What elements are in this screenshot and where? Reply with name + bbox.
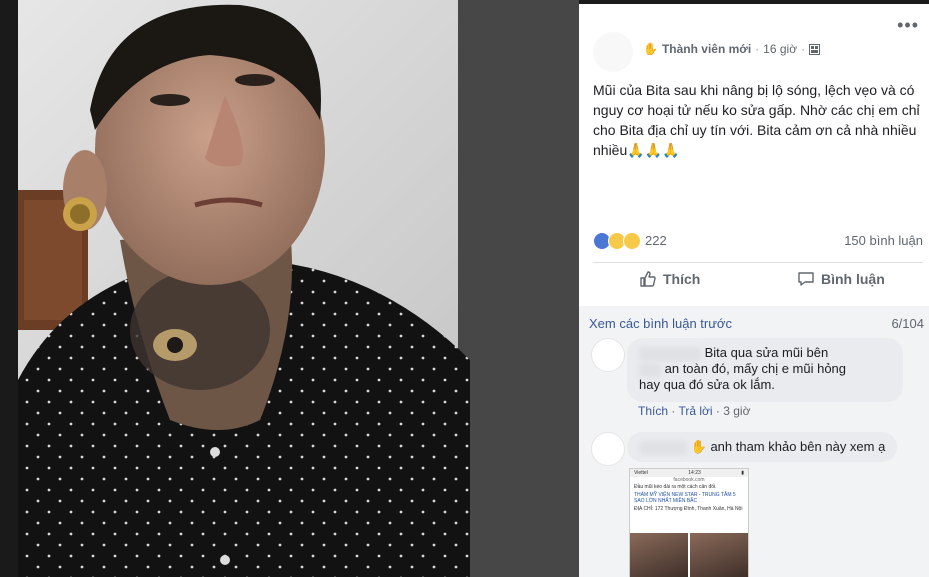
post-text: Mũi của Bita sau khi nâng bị lộ sóng, lệ… — [593, 82, 920, 158]
post-time[interactable]: 16 giờ — [763, 42, 797, 56]
redacted-text — [639, 362, 661, 377]
post-header: ✋ Thành viên mới · 16 giờ · ••• — [579, 4, 929, 72]
attachment-photos — [630, 533, 748, 577]
more-options-icon[interactable]: ••• — [897, 16, 919, 34]
like-button[interactable]: Thích — [639, 270, 700, 288]
comment-button-label: Bình luận — [821, 271, 885, 287]
comment-count[interactable]: 150 bình luận — [844, 233, 923, 248]
comment-time[interactable]: 3 giờ — [723, 404, 750, 418]
view-previous-comments-link[interactable]: Xem các bình luận trước — [589, 316, 732, 331]
clock-text: 14:23 — [688, 470, 701, 476]
comment-actions: Thích · Trả lời · 3 giờ — [638, 404, 751, 418]
thumbs-up-icon — [640, 271, 656, 287]
attachment-photo — [630, 533, 688, 577]
commenter-avatar[interactable] — [591, 338, 625, 372]
comment-text: an toàn đó, mấy chị e mũi hỏng — [664, 361, 847, 376]
reaction-icons[interactable] — [593, 232, 641, 250]
photo-illustration — [0, 0, 579, 577]
attachment-photo — [690, 533, 748, 577]
comment-line: an toàn đó, mấy chị e mũi hỏng — [639, 361, 891, 377]
comment-reply-link[interactable]: Trả lời — [678, 404, 712, 418]
comment-text: Bita qua sửa mũi bên — [704, 345, 829, 360]
member-badge[interactable]: Thành viên mới — [662, 42, 751, 56]
comments-section: Xem các bình luận trước 6/104 Bita qua s… — [579, 306, 929, 577]
poster-avatar[interactable] — [593, 32, 633, 72]
comment-like-link[interactable]: Thích — [638, 404, 668, 418]
comment-attachment-image[interactable]: Viettel 14:23 ▮ facebook.com Đầu mũi kéo… — [629, 468, 749, 577]
post-actions: Thích Bình luận — [593, 266, 923, 298]
divider — [593, 262, 923, 263]
comment-icon — [798, 272, 814, 286]
sad-reaction-icon — [623, 232, 641, 250]
comments-page-count: 6/104 — [891, 316, 924, 331]
attachment-line: ĐỊA CHỈ: 172 Thượng Đình, Thanh Xuân, Hà… — [634, 506, 743, 512]
battery-icon: ▮ — [741, 470, 744, 476]
meta-separator: · — [801, 42, 806, 56]
reaction-count[interactable]: 222 — [645, 233, 667, 248]
post-panel: ✋ Thành viên mới · 16 giờ · ••• Mũi của … — [579, 4, 929, 577]
attachment-line: Đầu mũi kéo dài ra một cách cân đối. — [634, 484, 717, 490]
carrier-text: Viettel — [634, 470, 648, 476]
commenter-name[interactable] — [639, 440, 687, 455]
comment-line: Bita qua sửa mũi bên — [639, 345, 891, 361]
group-privacy-icon — [809, 43, 821, 55]
commenter-avatar[interactable] — [591, 432, 625, 466]
comment-bubble: ✋ anh tham khảo bên này xem ạ — [627, 432, 898, 462]
reactions-bar[interactable]: 222 150 bình luận — [593, 232, 923, 252]
commenter-name[interactable] — [639, 346, 701, 361]
meta-separator: · — [755, 42, 760, 56]
new-member-icon: ✋ — [690, 439, 707, 454]
like-button-label: Thích — [663, 271, 701, 287]
comment-text: anh tham khảo bên này xem ạ — [710, 439, 886, 454]
attachment-line: THẨM MỸ VIỆN NEW STAR - TRUNG TÂM 5 SAO … — [634, 492, 736, 504]
phone-status-bar: Viettel 14:23 ▮ — [630, 469, 748, 477]
comment-text: hay qua đó sửa ok lắm. — [639, 377, 775, 392]
new-member-icon: ✋ — [643, 42, 658, 56]
comment-button[interactable]: Bình luận — [797, 270, 885, 288]
comment-bubble: Bita qua sửa mũi bên an toàn đó, mấy chị… — [627, 338, 903, 402]
post-photo[interactable] — [0, 0, 579, 577]
post-meta: ✋ Thành viên mới · 16 giờ · — [643, 42, 821, 56]
